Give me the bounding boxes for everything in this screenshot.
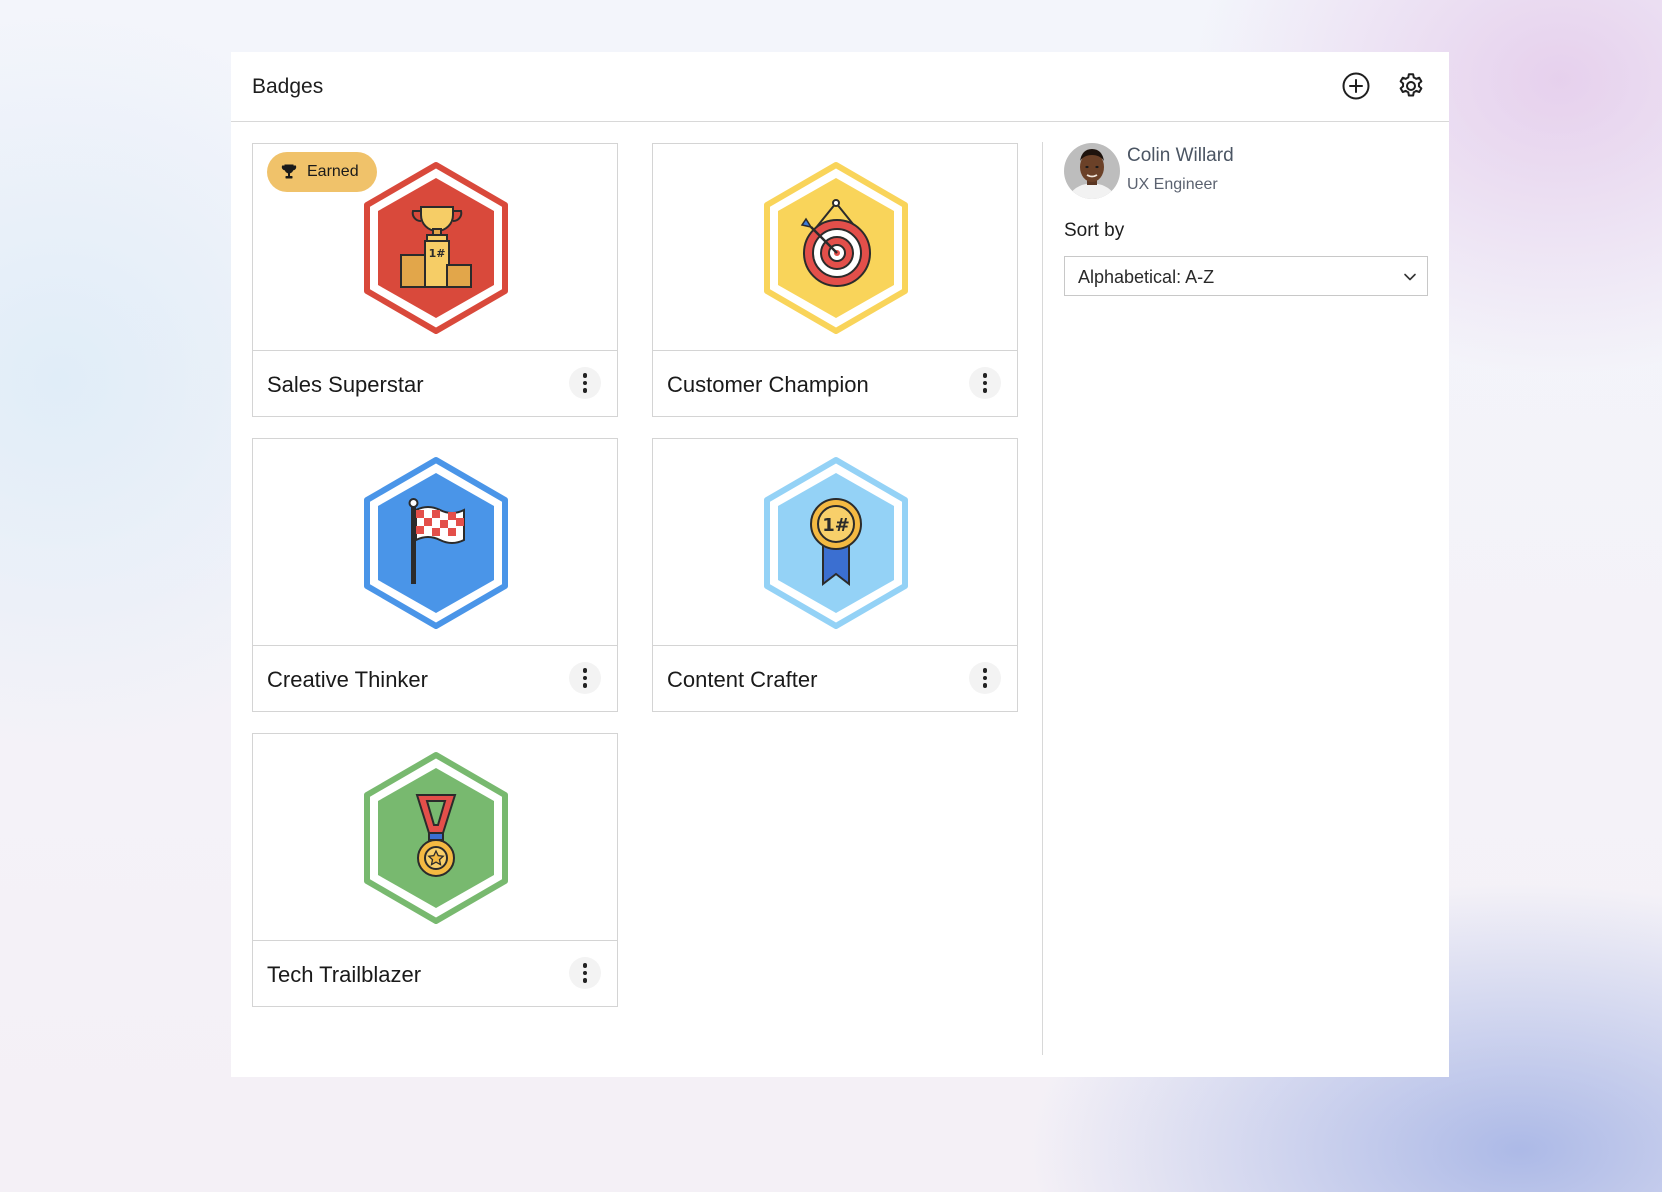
more-options-button[interactable] — [569, 662, 601, 694]
svg-text:1#: 1# — [429, 247, 446, 260]
star-medal-icon — [364, 752, 508, 924]
badge-card[interactable]: Tech Trailblazer — [252, 733, 618, 1007]
ribbon-medal-icon: 1# — [764, 457, 908, 629]
earned-label: Earned — [307, 163, 359, 180]
badge-card[interactable]: 1# Earned Sales Superstar — [252, 143, 618, 417]
settings-button[interactable] — [1395, 70, 1427, 102]
user-role: UX Engineer — [1127, 176, 1218, 193]
more-options-button[interactable] — [569, 957, 601, 989]
badge-title: Creative Thinker — [267, 667, 428, 692]
page-title: Badges — [252, 75, 324, 98]
user-name: Colin Willard — [1127, 145, 1234, 166]
badge-card[interactable]: 1# Content Crafter — [652, 438, 1018, 712]
badge-title: Sales Superstar — [267, 372, 424, 397]
gear-icon — [1399, 73, 1423, 97]
badge-card[interactable]: Creative Thinker — [252, 438, 618, 712]
badge-card[interactable]: Customer Champion — [652, 143, 1018, 417]
more-options-button[interactable] — [569, 367, 601, 399]
trophy-icon — [281, 164, 297, 179]
panel-header: Badges — [231, 52, 1449, 122]
sort-label: Sort by — [1064, 220, 1125, 241]
badges-panel: Badges 1# Earned Sales Superstar Custome… — [231, 52, 1449, 1077]
checkered-flag-icon — [364, 457, 508, 629]
sort-select[interactable]: Alphabetical: A-Z — [1064, 256, 1428, 296]
sort-selected-value: Alphabetical: A-Z — [1078, 267, 1215, 287]
earned-badge: Earned — [267, 152, 377, 192]
avatar — [1064, 143, 1120, 199]
add-badge-button[interactable] — [1340, 70, 1372, 102]
badge-image-area — [253, 734, 617, 941]
trophy-podium-icon: 1# — [364, 162, 508, 334]
badge-image-area — [653, 144, 1017, 351]
target-dart-icon — [764, 162, 908, 334]
chevron-down-icon — [1404, 273, 1416, 281]
svg-text:1#: 1# — [822, 515, 850, 536]
badge-title: Tech Trailblazer — [267, 962, 422, 987]
badge-image-area: 1# Earned — [253, 144, 617, 351]
badge-image-area — [253, 439, 617, 646]
more-options-button[interactable] — [969, 662, 1001, 694]
plus-circle-icon — [1342, 72, 1370, 100]
badge-title: Content Crafter — [667, 667, 818, 692]
vertical-divider — [1042, 142, 1043, 1055]
badge-image-area: 1# — [653, 439, 1017, 646]
badge-title: Customer Champion — [667, 372, 869, 397]
more-options-button[interactable] — [969, 367, 1001, 399]
